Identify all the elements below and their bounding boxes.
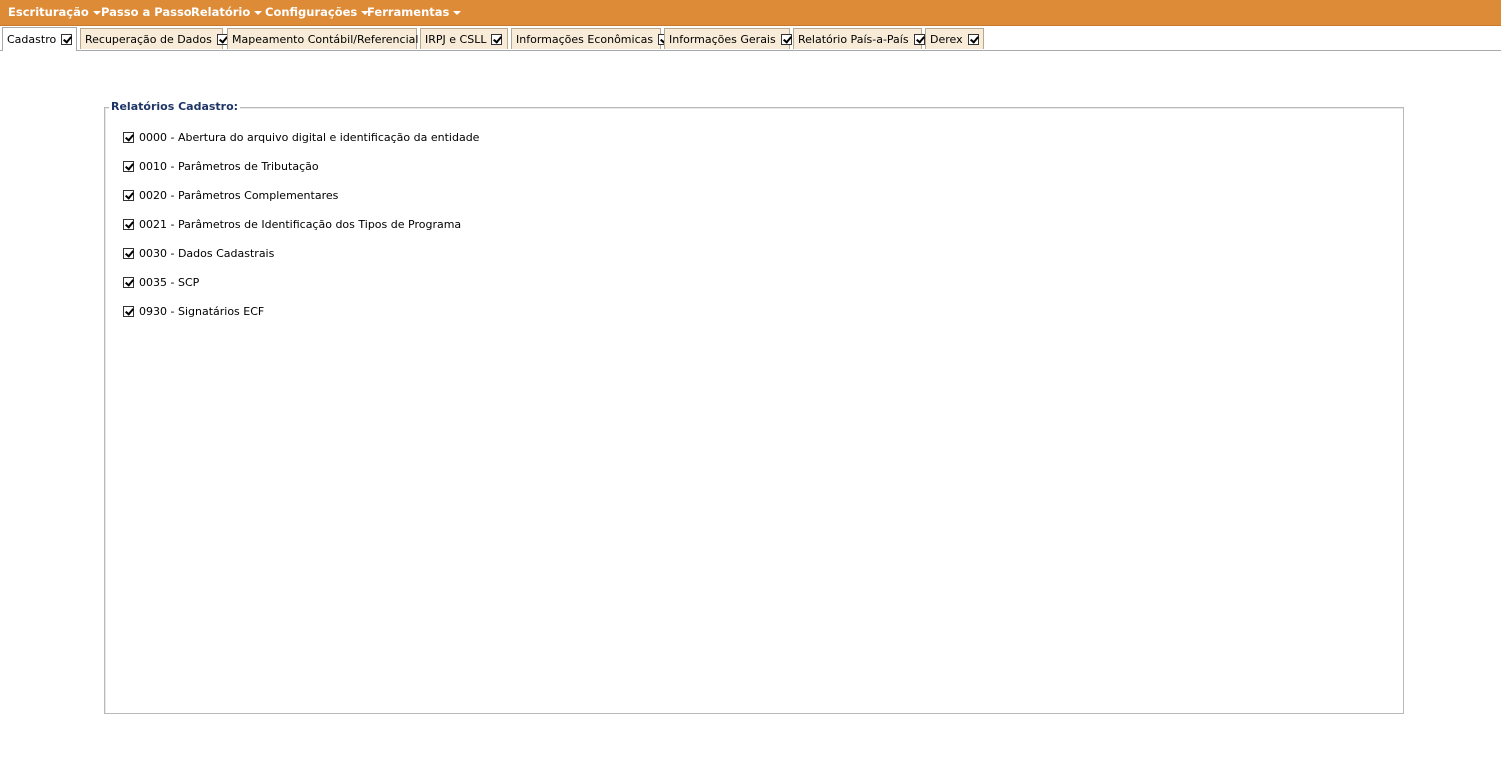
tab-label: Cadastro <box>7 33 57 46</box>
tab-derex-checkbox[interactable] <box>967 34 979 45</box>
report-option-label: 0035 - SCP <box>139 276 200 289</box>
report-0020-checkbox[interactable] <box>123 190 134 201</box>
tab-relatorio-pais-a-pais[interactable]: Relatório País-a-País <box>793 28 925 49</box>
report-0930-checkbox[interactable] <box>123 306 134 317</box>
tab-pais-checkbox[interactable] <box>913 34 925 45</box>
chevron-down-icon <box>254 10 263 15</box>
report-option-0000: 0000 - Abertura do arquivo digital e ide… <box>123 131 479 145</box>
menu-label: Escrituração <box>8 5 89 19</box>
menu-label: Configurações <box>265 5 358 19</box>
report-option-label: 0010 - Parâmetros de Tributação <box>139 160 319 173</box>
report-option-0010: 0010 - Parâmetros de Tributação <box>123 160 319 174</box>
tab-label: Relatório País-a-País <box>798 33 909 46</box>
tab-informacoes-gerais[interactable]: Informações Gerais <box>664 28 792 49</box>
report-option-label: 0930 - Signatários ECF <box>139 305 265 318</box>
tab-cadastro[interactable]: Cadastro <box>2 27 77 51</box>
chevron-down-icon <box>92 10 101 15</box>
tab-label: Informações Econômicas <box>516 33 654 46</box>
tab-informacoes-economicas[interactable]: Informações Econômicas <box>511 28 670 49</box>
menu-relatorio[interactable]: Relatório <box>191 0 263 24</box>
report-option-label: 0030 - Dados Cadastrais <box>139 247 275 260</box>
report-option-0030: 0030 - Dados Cadastrais <box>123 247 274 261</box>
tab-label: IRPJ e CSLL <box>425 33 487 46</box>
menu-label: Ferramentas <box>367 5 450 19</box>
report-0035-checkbox[interactable] <box>123 277 134 288</box>
report-0021-checkbox[interactable] <box>123 219 134 230</box>
report-0030-checkbox[interactable] <box>123 248 134 259</box>
tab-mapeamento-contabil[interactable]: Mapeamento Contábil/Referencial <box>227 28 435 49</box>
tab-irpj-csll[interactable]: IRPJ e CSLL <box>420 28 508 49</box>
tab-recuperacao-de-dados[interactable]: Recuperação de Dados <box>80 28 228 49</box>
tab-label: Recuperação de Dados <box>85 33 212 46</box>
tab-irpj-checkbox[interactable] <box>491 34 503 45</box>
tab-cadastro-checkbox[interactable] <box>61 34 73 45</box>
tab-strip-divider <box>0 50 1501 51</box>
tab-gerais-checkbox[interactable] <box>780 34 792 45</box>
report-option-0930: 0930 - Signatários ECF <box>123 305 264 319</box>
report-option-label: 0000 - Abertura do arquivo digital e ide… <box>139 131 480 144</box>
tab-label: Informações Gerais <box>669 33 776 46</box>
menu-passo-a-passo[interactable]: Passo a Passo <box>101 0 192 24</box>
report-0000-checkbox[interactable] <box>123 132 134 143</box>
report-option-0020: 0020 - Parâmetros Complementares <box>123 189 338 203</box>
tab-label: Derex <box>930 33 963 46</box>
chevron-down-icon <box>453 10 462 15</box>
panel-legend: Relatórios Cadastro: <box>109 100 241 114</box>
report-option-0021: 0021 - Parâmetros de Identificação dos T… <box>123 218 461 232</box>
report-option-label: 0021 - Parâmetros de Identificação dos T… <box>139 218 462 231</box>
menu-configuracoes[interactable]: Configurações <box>265 0 370 24</box>
report-option-label: 0020 - Parâmetros Complementares <box>139 189 339 202</box>
report-0010-checkbox[interactable] <box>123 161 134 172</box>
tab-label: Mapeamento Contábil/Referencial <box>232 33 419 46</box>
report-option-0035: 0035 - SCP <box>123 276 199 290</box>
menu-label: Relatório <box>191 5 251 19</box>
menu-label: Passo a Passo <box>101 5 192 19</box>
menu-escrituracao[interactable]: Escrituração <box>8 0 101 24</box>
top-menu-bar: Escrituração Passo a Passo Relatório Con… <box>0 0 1501 26</box>
tab-derex[interactable]: Derex <box>925 28 984 49</box>
menu-ferramentas[interactable]: Ferramentas <box>367 0 462 24</box>
